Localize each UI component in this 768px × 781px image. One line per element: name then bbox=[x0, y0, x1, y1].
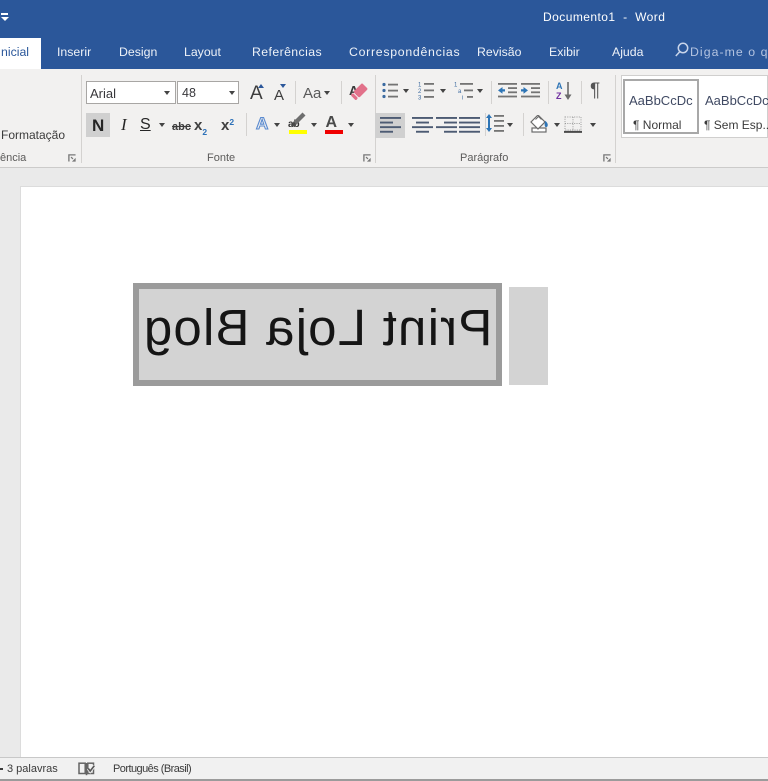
svg-text:i: i bbox=[462, 96, 463, 101]
svg-text:A: A bbox=[556, 81, 563, 91]
svg-text:1: 1 bbox=[418, 83, 422, 89]
svg-text:2: 2 bbox=[418, 89, 422, 95]
svg-text:1: 1 bbox=[454, 83, 458, 89]
svg-text:Z: Z bbox=[556, 91, 562, 101]
svg-text:3: 3 bbox=[418, 96, 422, 101]
svg-text:a: a bbox=[458, 89, 462, 95]
